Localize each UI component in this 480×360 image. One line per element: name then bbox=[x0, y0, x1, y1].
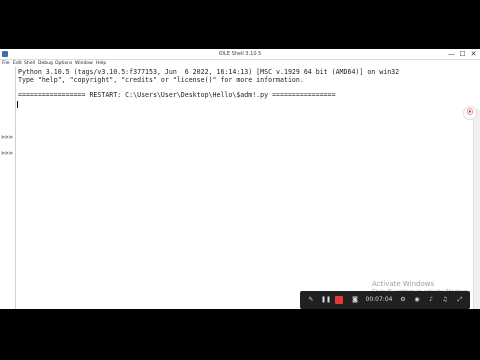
watermark-title: Activate Windows bbox=[372, 280, 435, 288]
screen-recorder-toolbar: ✎ ❚❚ ◙ 00:07:04 ⚙ ◉ ♪ ♫ ⤢ bbox=[300, 291, 470, 309]
pen-icon[interactable]: ✎ bbox=[306, 295, 316, 305]
menu-debug[interactable]: Debug bbox=[38, 60, 53, 67]
idle-shell-window: IDLE Shell 3.10.5 — ☐ ✕ File Edit Shell … bbox=[0, 49, 480, 309]
minimize-button[interactable]: — bbox=[446, 49, 457, 59]
menu-window[interactable]: Window bbox=[75, 60, 93, 67]
prompt-margin: >>> >>> bbox=[0, 67, 16, 309]
close-button[interactable]: ✕ bbox=[468, 49, 479, 59]
restart-line: ================= RESTART: C:\Users\User… bbox=[18, 91, 336, 99]
vertical-scrollbar[interactable] bbox=[473, 109, 480, 309]
prompt-marker: >>> bbox=[1, 149, 13, 157]
help-info-line: Type "help", "copyright", "credits" or "… bbox=[18, 76, 304, 84]
title-bar: IDLE Shell 3.10.5 — ☐ ✕ bbox=[0, 49, 480, 60]
webcam-icon[interactable]: ◉ bbox=[412, 295, 422, 305]
menu-options[interactable]: Options bbox=[55, 60, 72, 67]
text-cursor bbox=[17, 101, 18, 108]
menu-help[interactable]: Help bbox=[96, 60, 106, 67]
maximize-button[interactable]: ☐ bbox=[457, 49, 468, 59]
recording-timer: 00:07:04 bbox=[365, 296, 393, 303]
prompt-marker: >>> bbox=[1, 133, 13, 141]
camera-icon[interactable]: ◙ bbox=[350, 295, 360, 305]
menu-file[interactable]: File bbox=[2, 60, 10, 67]
version-banner-line: Python 3.10.5 (tags/v3.10.5:f377153, Jun… bbox=[18, 68, 400, 76]
window-title: IDLE Shell 3.10.5 bbox=[218, 51, 262, 57]
pause-icon[interactable]: ❚❚ bbox=[321, 295, 331, 305]
settings-icon[interactable]: ⚙ bbox=[398, 295, 408, 305]
microphone-icon[interactable]: ♪ bbox=[426, 295, 436, 305]
menu-shell[interactable]: Shell bbox=[24, 60, 35, 67]
menu-bar: File Edit Shell Debug Options Window Hel… bbox=[0, 60, 480, 67]
menu-edit[interactable]: Edit bbox=[13, 60, 22, 67]
speaker-icon[interactable]: ♫ bbox=[440, 295, 450, 305]
stop-record-icon[interactable] bbox=[335, 296, 343, 304]
expand-icon[interactable]: ⤢ bbox=[455, 295, 465, 305]
floating-app-icon[interactable]: ⦿ bbox=[463, 106, 477, 120]
